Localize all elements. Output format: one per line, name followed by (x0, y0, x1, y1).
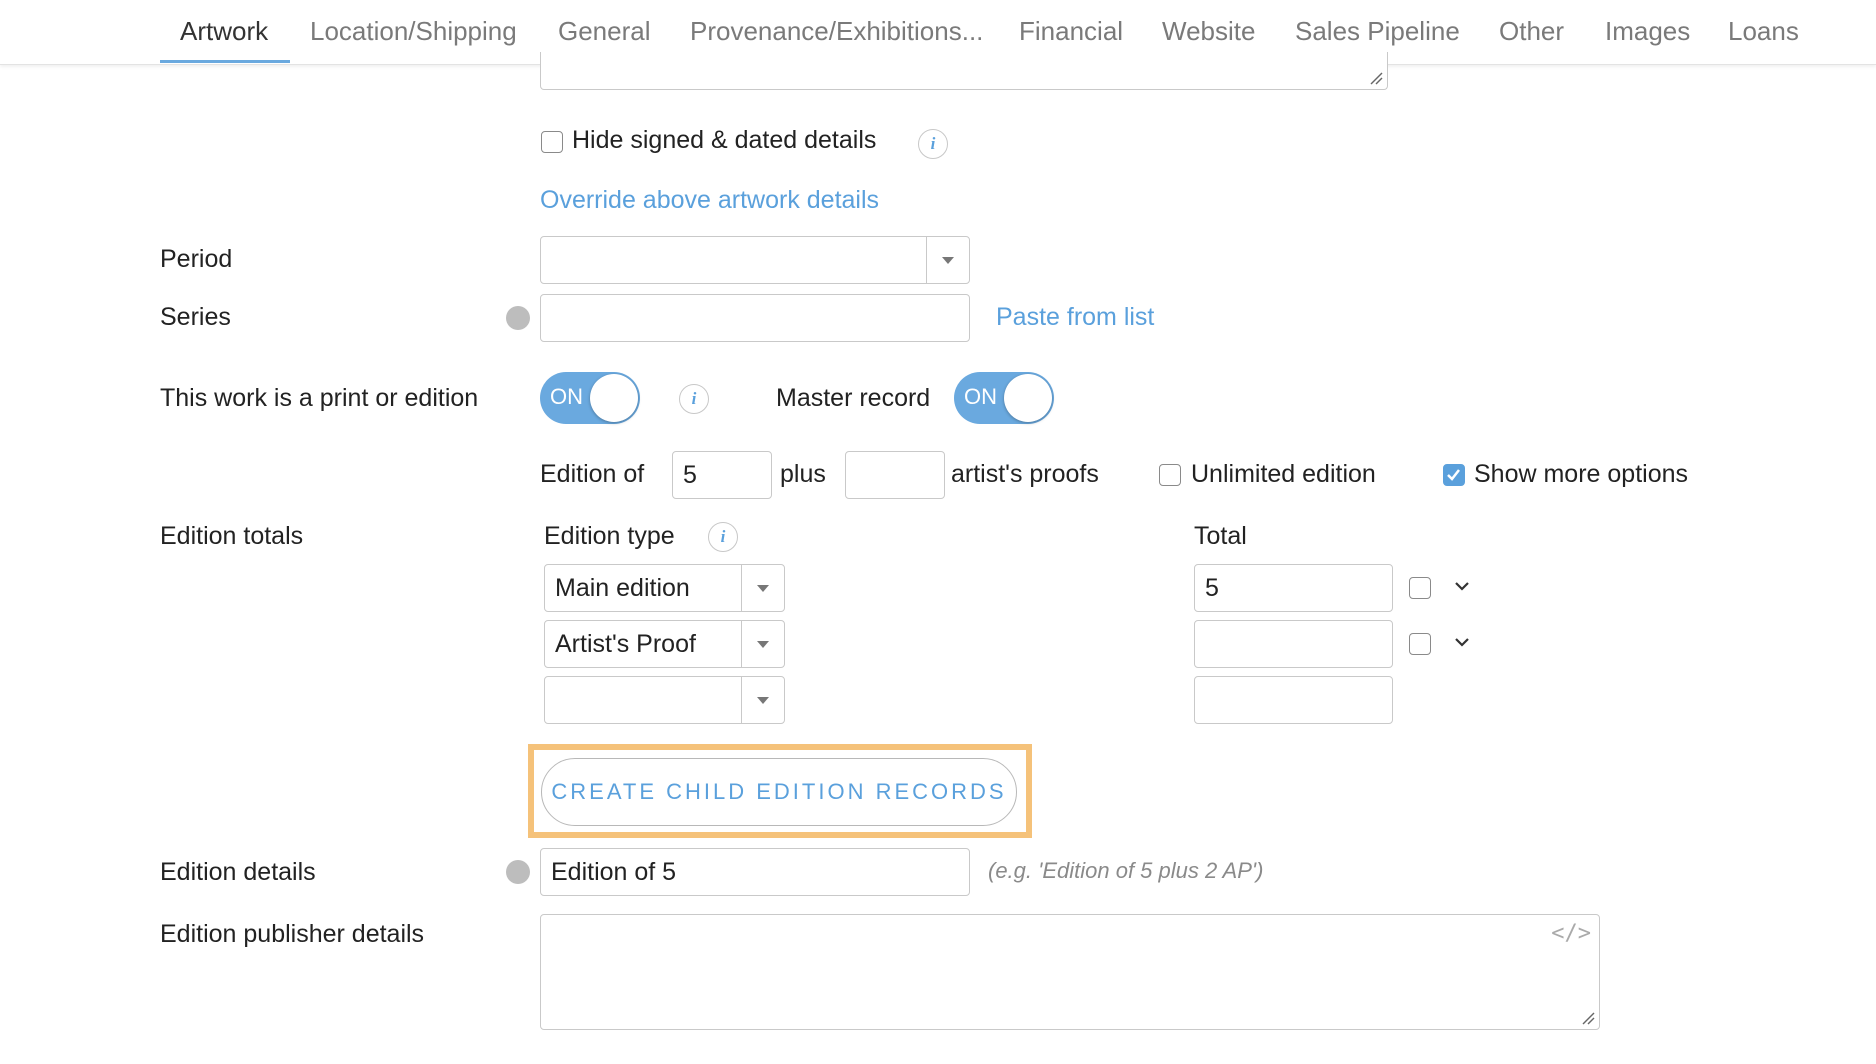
code-icon[interactable]: </> (1551, 921, 1591, 946)
edition-type-header: Edition type (544, 522, 675, 550)
edition-type-select[interactable] (544, 676, 785, 724)
edition-details-value: Edition of 5 (551, 857, 677, 886)
edition-of-label: Edition of (540, 460, 645, 488)
globe-icon (506, 860, 530, 884)
show-more-options-label: Show more options (1474, 460, 1689, 488)
edition-total-input[interactable] (1194, 620, 1393, 668)
artists-proofs-label: artist's proofs (951, 460, 1099, 488)
period-select[interactable] (540, 236, 970, 284)
tab-location-shipping[interactable]: Location/Shipping (310, 16, 517, 47)
edition-publisher-textarea[interactable]: </> (540, 914, 1600, 1030)
edition-of-input[interactable]: 5 (672, 451, 772, 499)
hide-signed-checkbox[interactable] (541, 131, 563, 153)
tab-artwork[interactable]: Artwork (180, 16, 268, 47)
checkmark-icon (1447, 469, 1460, 481)
edition-details-input[interactable]: Edition of 5 (540, 848, 970, 896)
edition-details-hint: (e.g. 'Edition of 5 plus 2 AP') (988, 858, 1264, 883)
edition-total-input[interactable]: 5 (1194, 564, 1393, 612)
caret-down-icon[interactable] (741, 677, 784, 723)
tab-other[interactable]: Other (1499, 16, 1564, 47)
tab-sales-pipeline[interactable]: Sales Pipeline (1295, 16, 1460, 47)
caret-down-icon[interactable] (741, 621, 784, 667)
tab-website[interactable]: Website (1162, 16, 1255, 47)
edition-type-value: Main edition (555, 573, 690, 602)
edition-details-label: Edition details (160, 858, 316, 886)
tab-images[interactable]: Images (1605, 16, 1690, 47)
print-edition-toggle[interactable]: ON (540, 372, 640, 424)
resize-icon (1370, 72, 1383, 85)
edition-row-checkbox[interactable] (1409, 633, 1431, 655)
tab-financial[interactable]: Financial (1019, 16, 1123, 47)
artists-proofs-input[interactable] (845, 451, 945, 499)
total-header: Total (1194, 522, 1247, 550)
series-label: Series (160, 303, 231, 331)
paste-from-list-link[interactable]: Paste from list (996, 303, 1154, 332)
master-record-toggle-text: ON (964, 384, 997, 409)
tab-provenance-exhibitions[interactable]: Provenance/Exhibitions... (690, 16, 983, 47)
caret-down-icon[interactable] (741, 565, 784, 611)
edition-type-select[interactable]: Main edition (544, 564, 785, 612)
tab-general[interactable]: General (558, 16, 651, 47)
show-more-options-checkbox[interactable] (1443, 464, 1465, 486)
globe-icon (506, 306, 530, 330)
series-input[interactable] (540, 294, 970, 342)
chevron-down-icon[interactable] (1454, 580, 1470, 592)
info-icon[interactable]: i (918, 129, 948, 159)
edition-row-checkbox[interactable] (1409, 577, 1431, 599)
caret-down-icon[interactable] (926, 237, 969, 283)
plus-label: plus (780, 460, 826, 488)
unlimited-edition-label: Unlimited edition (1191, 460, 1376, 488)
print-edition-label: This work is a print or edition (160, 384, 479, 412)
edition-total-value: 5 (1205, 573, 1219, 602)
create-child-edition-records-button[interactable]: CREATE CHILD EDITION RECORDS (541, 758, 1017, 826)
master-record-label: Master record (776, 384, 931, 412)
toggle-knob (1004, 374, 1052, 422)
edition-totals-label: Edition totals (160, 522, 304, 550)
edition-type-select[interactable]: Artist's Proof (544, 620, 785, 668)
edition-total-input[interactable] (1194, 676, 1393, 724)
print-edition-toggle-text: ON (550, 384, 583, 409)
chevron-down-icon[interactable] (1454, 636, 1470, 648)
signed-details-textarea[interactable] (540, 52, 1388, 90)
hide-signed-label: Hide signed & dated details (572, 126, 877, 154)
period-label: Period (160, 245, 233, 273)
active-tab-indicator (160, 60, 290, 63)
edition-publisher-label: Edition publisher details (160, 920, 425, 948)
master-record-toggle[interactable]: ON (954, 372, 1054, 424)
toggle-knob (590, 374, 638, 422)
unlimited-edition-checkbox[interactable] (1159, 464, 1181, 486)
override-details-link[interactable]: Override above artwork details (540, 186, 879, 215)
resize-icon (1582, 1012, 1595, 1025)
edition-of-value: 5 (683, 460, 697, 489)
edition-type-value: Artist's Proof (555, 629, 696, 658)
info-icon[interactable]: i (708, 522, 738, 552)
info-icon[interactable]: i (679, 384, 709, 414)
tab-loans[interactable]: Loans (1728, 16, 1799, 47)
